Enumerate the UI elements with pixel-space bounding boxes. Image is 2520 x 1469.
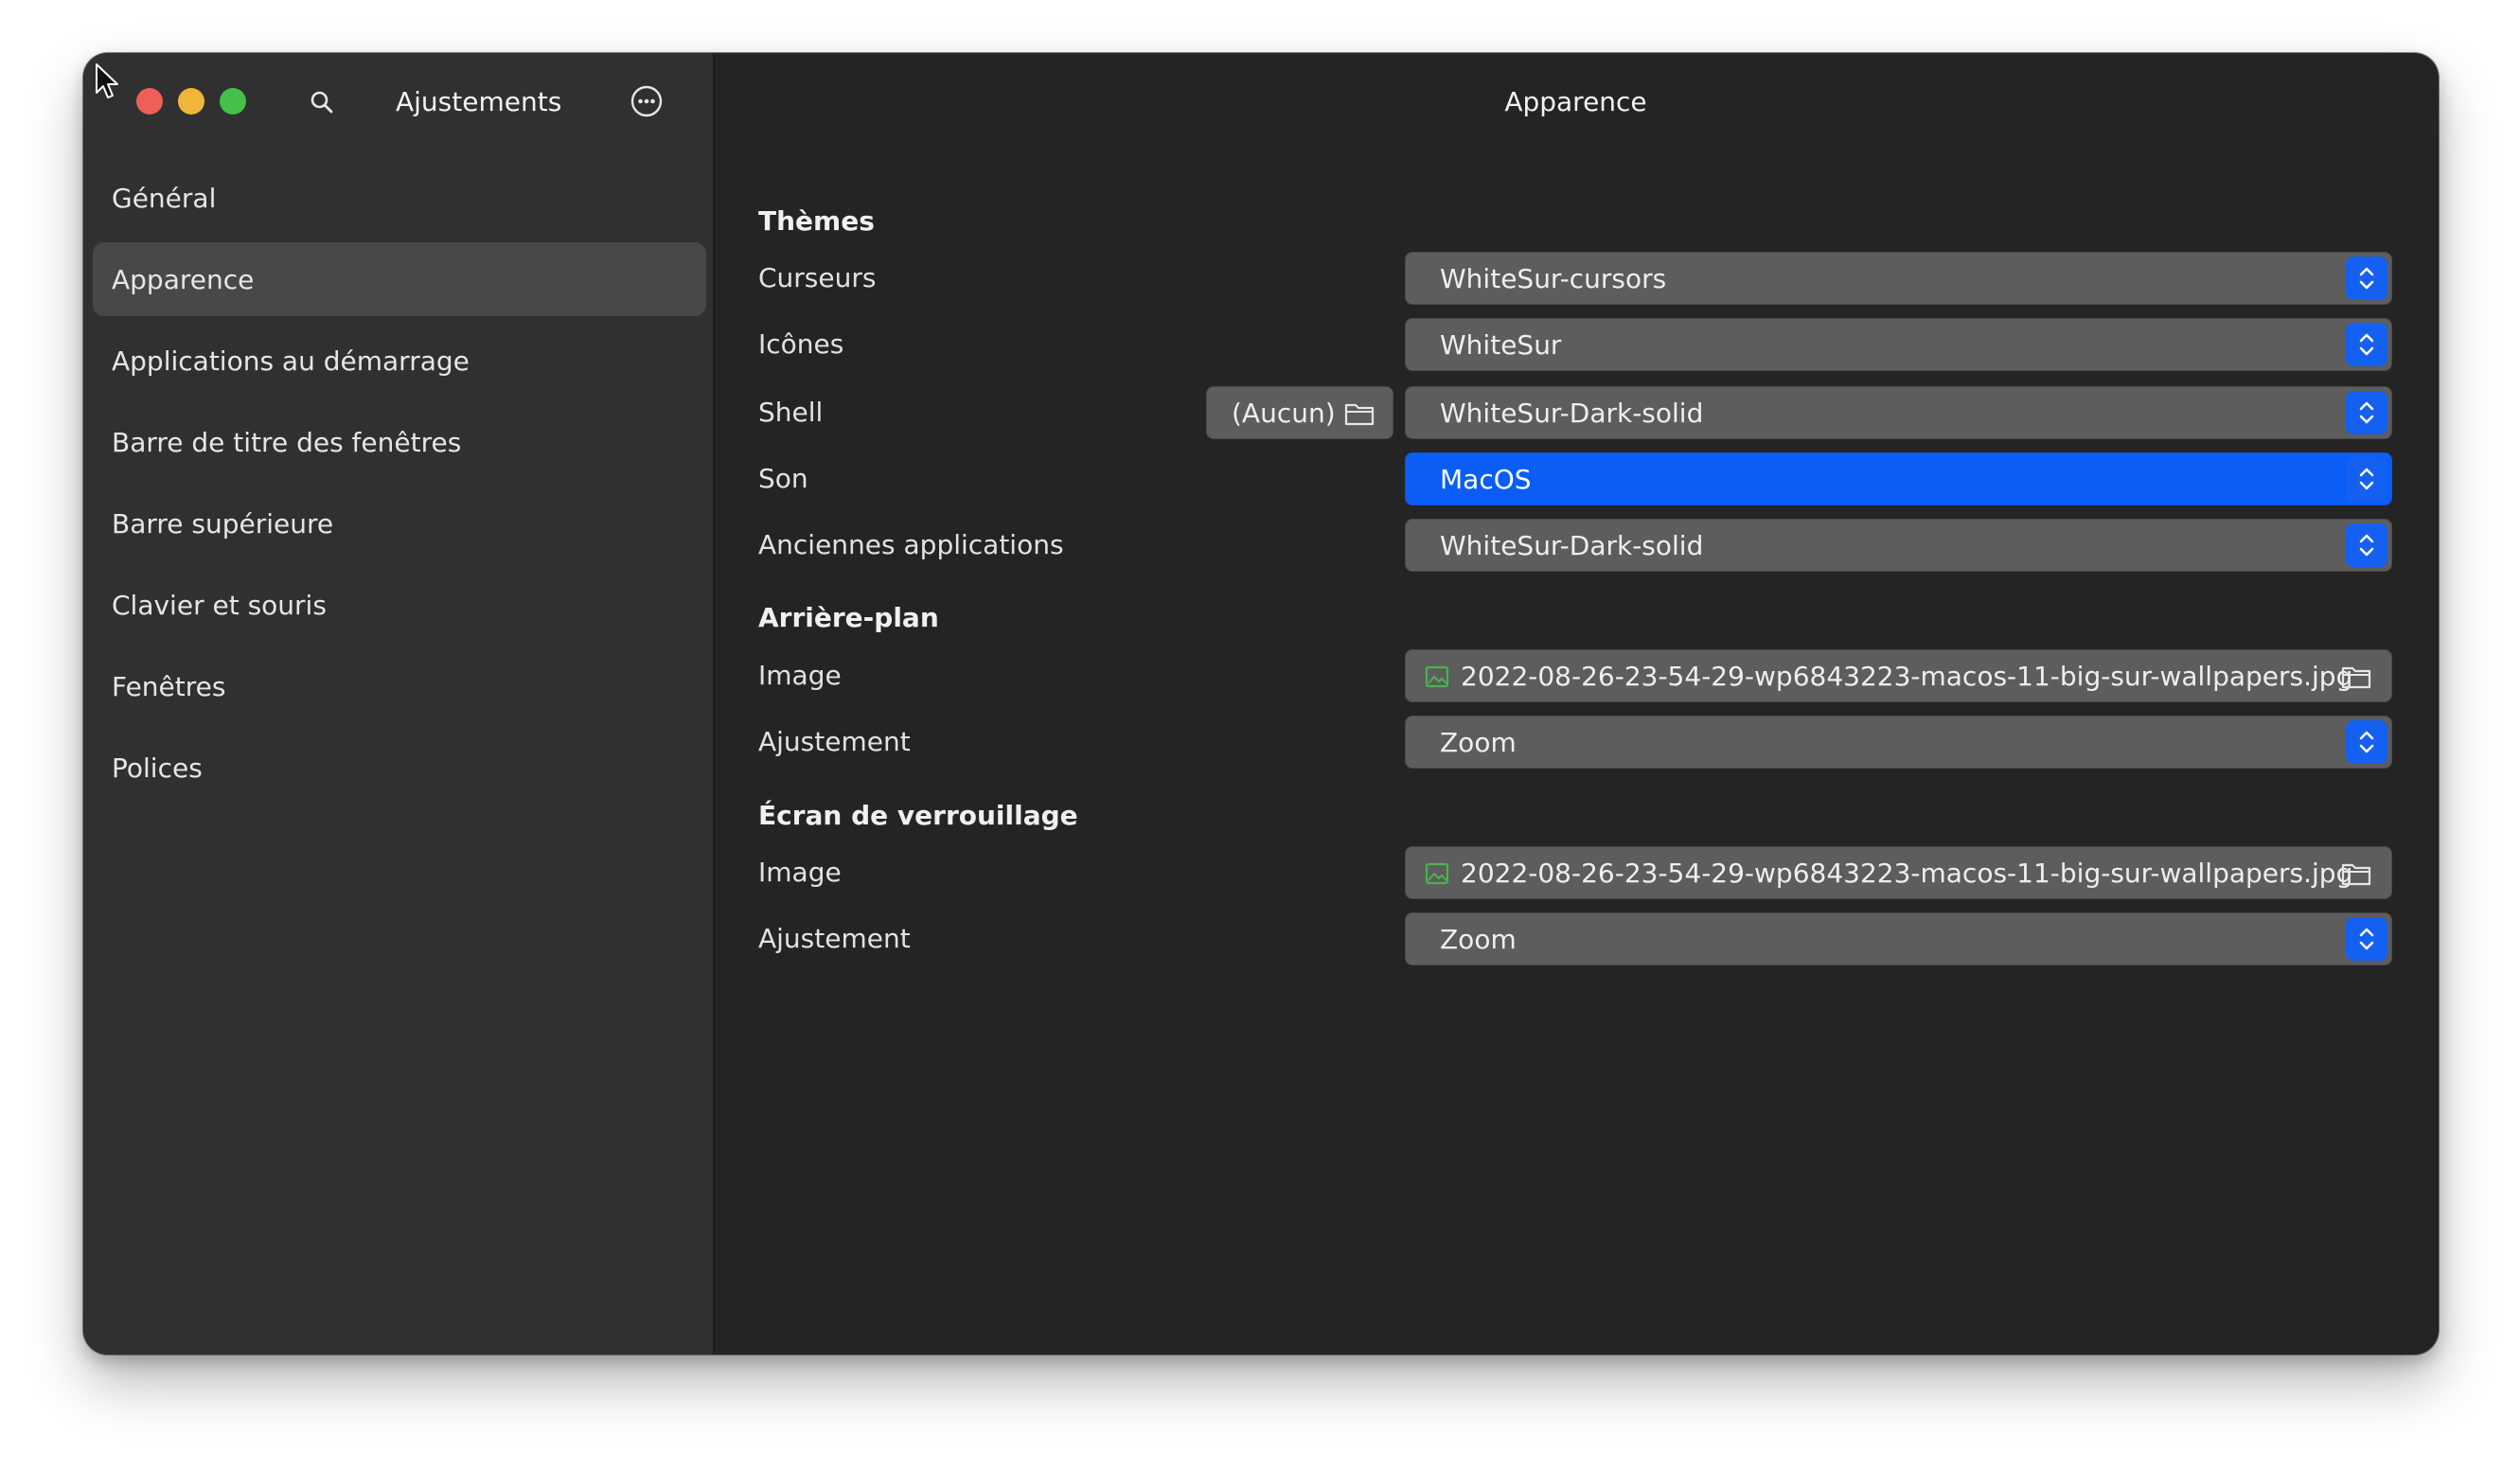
icons-combo[interactable]: WhiteSur (1405, 318, 2392, 371)
shell-label: Shell (758, 397, 824, 428)
combo-value: WhiteSur-cursors (1440, 263, 1667, 294)
sidebar-item-label: Apparence (112, 263, 255, 295)
combo-value: WhiteSur (1440, 329, 1562, 361)
icons-label: Icônes (758, 328, 844, 360)
lockscreen-image-label: Image (758, 857, 842, 888)
sidebar-item-label: Polices (112, 752, 203, 784)
folder-icon (1344, 403, 1375, 426)
chevron-up-down-icon (2346, 917, 2387, 961)
cursors-combo[interactable]: WhiteSur-cursors (1405, 252, 2392, 305)
sidebar-nav: Général Apparence Applications au démarr… (93, 161, 706, 812)
sidebar: Ajustements Général Apparence Applicatio… (83, 53, 715, 1354)
background-image-label: Image (758, 660, 842, 691)
background-image-filename: 2022-08-26-23-54-29-wp6843223-macos-11-b… (1461, 661, 2353, 692)
chevron-up-down-icon (2346, 323, 2387, 366)
sidebar-item-label: Barre de titre des fenêtres (112, 426, 462, 458)
sidebar-item-appearance[interactable]: Apparence (93, 242, 706, 316)
chevron-up-down-icon (2346, 720, 2387, 764)
mouse-pointer-icon (96, 63, 118, 98)
shell-none-label: (Aucun) (1232, 398, 1336, 429)
sound-combo[interactable]: MacOS (1405, 452, 2392, 505)
sound-label: Son (758, 463, 808, 494)
section-heading-lockscreen: Écran de verrouillage (758, 800, 1078, 831)
page-title: Apparence (1504, 86, 1647, 117)
combo-value: Zoom (1440, 924, 1517, 955)
folder-icon (2341, 666, 2371, 689)
legacy-apps-label: Anciennes applications (758, 529, 1064, 560)
combo-value: WhiteSur-Dark-solid (1440, 398, 1704, 429)
chevron-up-down-icon (2346, 257, 2387, 300)
lockscreen-adjustment-label: Ajustement (758, 923, 911, 954)
lockscreen-adjustment-combo[interactable]: Zoom (1405, 912, 2392, 965)
sidebar-item-label: Clavier et souris (112, 589, 327, 621)
main-menu-button[interactable] (627, 81, 666, 121)
lockscreen-image-filename: 2022-08-26-23-54-29-wp6843223-macos-11-b… (1461, 858, 2353, 889)
sidebar-item-label: Général (112, 182, 217, 214)
combo-value: MacOS (1440, 464, 1532, 495)
more-options-icon (630, 85, 663, 117)
lockscreen-image-file-button[interactable]: 2022-08-26-23-54-29-wp6843223-macos-11-b… (1405, 846, 2392, 899)
sidebar-item-label: Applications au démarrage (112, 345, 470, 377)
sidebar-item-top-bar[interactable]: Barre supérieure (93, 487, 706, 560)
sidebar-item-general[interactable]: Général (93, 161, 706, 235)
combo-value: WhiteSur-Dark-solid (1440, 530, 1704, 561)
sidebar-item-label: Fenêtres (112, 670, 226, 702)
shell-combo[interactable]: WhiteSur-Dark-solid (1405, 386, 2392, 439)
legacy-apps-combo[interactable]: WhiteSur-Dark-solid (1405, 519, 2392, 572)
cursors-label: Curseurs (758, 262, 877, 293)
maximize-button[interactable] (220, 88, 246, 115)
image-file-icon (1425, 665, 1449, 688)
sidebar-item-keyboard-mouse[interactable]: Clavier et souris (93, 568, 706, 642)
chevron-up-down-icon (2346, 457, 2387, 501)
search-button[interactable] (305, 85, 339, 119)
minimize-button[interactable] (178, 88, 204, 115)
combo-value: Zoom (1440, 727, 1517, 758)
chevron-up-down-icon (2346, 523, 2387, 567)
shell-none-file-button[interactable]: (Aucun) (1206, 386, 1393, 439)
section-heading-background: Arrière-plan (758, 602, 939, 633)
background-adjustment-label: Ajustement (758, 726, 911, 757)
sidebar-item-label: Barre supérieure (112, 507, 334, 540)
image-file-icon (1425, 862, 1449, 885)
tweaks-window: Ajustements Général Apparence Applicatio… (83, 53, 2439, 1354)
close-button[interactable] (136, 88, 163, 115)
background-image-file-button[interactable]: 2022-08-26-23-54-29-wp6843223-macos-11-b… (1405, 649, 2392, 702)
section-heading-themes: Thèmes (758, 205, 875, 237)
sidebar-item-fonts[interactable]: Polices (93, 731, 706, 805)
app-title: Ajustements (396, 86, 562, 117)
search-icon (311, 91, 333, 114)
background-adjustment-combo[interactable]: Zoom (1405, 716, 2392, 769)
chevron-up-down-icon (2346, 391, 2387, 434)
sidebar-item-startup-applications[interactable]: Applications au démarrage (93, 324, 706, 398)
sidebar-item-windows[interactable]: Fenêtres (93, 649, 706, 723)
folder-icon (2341, 863, 2371, 886)
sidebar-item-window-titlebars[interactable]: Barre de titre des fenêtres (93, 405, 706, 479)
